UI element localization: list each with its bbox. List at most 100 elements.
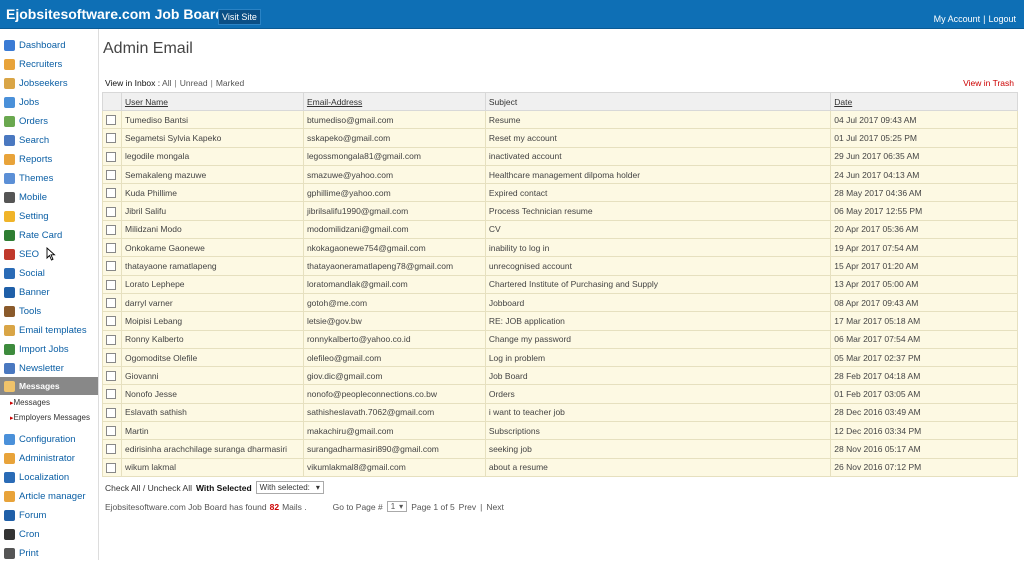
table-row[interactable]: Kuda Phillime gphillime@yahoo.com Expired … [102,183,1018,203]
sidebar-item-rate-card[interactable]: Rate Card [0,226,98,244]
column-header-user-name[interactable]: User Name [120,92,304,111]
filter-marked-link[interactable]: Marked [216,78,244,88]
prev-page-link[interactable]: Prev [459,502,476,512]
sidebar-item-forum[interactable]: Forum [0,506,98,524]
cell-subject[interactable]: Chartered Institute of Purchasing and Su… [484,274,832,294]
check-all-link[interactable]: Check All [105,483,140,493]
column-header-date[interactable]: Date [830,92,1018,111]
cell-subject[interactable]: i want to teacher job [484,402,832,423]
cell-subject[interactable]: Process Technician resume [484,201,832,221]
row-checkbox[interactable] [106,426,116,437]
row-checkbox[interactable] [106,188,116,199]
cell-subject[interactable]: Healthcare management dilpoma holder [484,164,832,185]
row-checkbox[interactable] [106,334,116,345]
table-row[interactable]: wikum lakmal vikumlakmal8@gmail.com about … [102,457,1018,477]
cell-subject[interactable]: Change my password [484,329,832,349]
row-checkbox[interactable] [106,389,116,400]
row-checkbox[interactable] [106,444,116,455]
row-checkbox[interactable] [106,169,116,180]
table-row[interactable]: darryl varner gotoh@me.com Jobboard 08 Apr … [102,292,1018,313]
table-row[interactable]: Jibril Salifu jibrilsalifu1990@gmail.com P… [102,201,1018,221]
column-header-email[interactable]: Email-Address [302,92,486,111]
sidebar-item-jobseekers[interactable]: Jobseekers [0,74,98,92]
sidebar-item-messages[interactable]: Messages [0,377,98,395]
cell-subject[interactable]: inactivated account [484,146,832,166]
sidebar-item-tools[interactable]: Tools [0,302,98,320]
table-row[interactable]: Lorato Lephepe loratomandlak@gmail.com Cha… [102,274,1018,294]
row-checkbox[interactable] [106,279,116,290]
cell-subject[interactable]: RE: JOB application [484,311,832,331]
cell-subject[interactable]: Resume [484,109,832,130]
cell-subject[interactable]: seeking job [484,439,832,459]
view-in-trash-link[interactable]: View in Trash [963,78,1014,88]
sidebar-item-localization[interactable]: Localization [0,468,98,486]
row-checkbox[interactable] [106,407,116,418]
sidebar-item-newsletter[interactable]: Newsletter [0,359,98,377]
row-checkbox[interactable] [106,224,116,235]
row-checkbox[interactable] [106,297,116,308]
brand-title[interactable]: Ejobsitesoftware.com Job Board [6,6,224,22]
table-row[interactable]: Onkokame Gaonewe nkokagaonewe754@gmail.co… [102,238,1018,258]
row-checkbox[interactable] [106,371,116,382]
cell-subject[interactable]: Orders [484,384,832,404]
sidebar-item-configuration[interactable]: Configuration [0,430,98,448]
row-checkbox[interactable] [106,133,116,144]
sidebar-item-print[interactable]: Print [0,544,98,562]
row-checkbox[interactable] [106,151,116,162]
row-checkbox[interactable] [106,115,116,126]
sidebar-item-jobs[interactable]: Jobs [0,93,98,111]
table-row[interactable]: Moipisi Lebang letsie@gov.bw RE: JOB appli… [102,311,1018,331]
sidebar-subitem-employers-messages[interactable]: ▸Employers Messages [10,413,90,422]
cell-subject[interactable]: Expired contact [484,183,832,203]
row-checkbox[interactable] [106,243,116,254]
uncheck-all-link[interactable]: Uncheck All [148,483,192,493]
cell-subject[interactable]: Subscriptions [484,421,832,441]
cell-subject[interactable]: Jobboard [484,292,832,313]
sidebar-subitem-messages[interactable]: ▸Messages [10,398,50,407]
table-row[interactable]: Giovanni giov.dic@gmail.com Job Board 28 Fe… [102,366,1018,386]
cell-subject[interactable]: CV [484,219,832,240]
filter-all-link[interactable]: All [162,78,171,88]
row-checkbox[interactable] [106,316,116,327]
page-select[interactable]: 1 ▾ [386,501,408,512]
cell-subject[interactable]: Reset my account [484,128,832,148]
cell-subject[interactable]: Job Board [484,366,832,386]
sidebar-item-cron[interactable]: Cron [0,525,98,543]
row-checkbox[interactable] [106,261,116,272]
table-row[interactable]: Ronny Kalberto ronnykalberto@yahoo.co.id C… [102,329,1018,349]
my-account-link[interactable]: My Account [934,14,981,24]
sidebar-item-import-jobs[interactable]: Import Jobs [0,340,98,358]
sidebar-item-article-manager[interactable]: Article manager [0,487,98,505]
row-checkbox[interactable] [106,352,116,363]
row-checkbox[interactable] [106,462,116,473]
table-row[interactable]: Tumediso Bantsi btumediso@gmail.com Resume… [102,109,1018,130]
logout-link[interactable]: Logout [988,14,1016,24]
sidebar-item-reports[interactable]: Reports [0,150,98,168]
sidebar-item-recruiters[interactable]: Recruiters [0,55,98,73]
cell-subject[interactable]: inability to log in [484,238,832,258]
with-selected-dropdown[interactable]: With selected: ▾ [255,481,324,494]
sidebar-item-email-templates[interactable]: Email templates [0,321,98,339]
filter-unread-link[interactable]: Unread [180,78,208,88]
sidebar-item-setting[interactable]: Setting [0,207,98,225]
sidebar-item-social[interactable]: Social [0,264,98,282]
table-row[interactable]: Semakaleng mazuwe smazuwe@yahoo.com Health… [102,164,1018,185]
table-row[interactable]: Eslavath sathish sathisheslavath.7062@gma… [102,402,1018,423]
table-row[interactable]: thatayaone ramatlapeng thatayaoneramatlap… [102,256,1018,276]
cell-subject[interactable]: unrecognised account [484,256,832,276]
sidebar-item-search[interactable]: Search [0,131,98,149]
sidebar-item-orders[interactable]: Orders [0,112,98,130]
sidebar-item-mobile[interactable]: Mobile [0,188,98,206]
table-row[interactable]: Segametsi Sylvia Kapeko sskapeko@gmail.co… [102,128,1018,148]
cell-subject[interactable]: about a resume [484,457,832,477]
table-row[interactable]: Martin makachiru@gmail.com Subscriptions 12… [102,421,1018,441]
table-row[interactable]: Milidzani Modo modomilidzani@gmail.com CV 2… [102,219,1018,240]
table-row[interactable]: legodile mongala legossmongala81@gmail.co… [102,146,1018,166]
table-row[interactable]: Nonofo Jesse nonofo@peopleconnections.co.… [102,384,1018,404]
sidebar-item-dashboard[interactable]: Dashboard [0,36,98,54]
table-row[interactable]: Ogomoditse Olefile olefileo@gmail.com Log … [102,347,1018,368]
sidebar-item-themes[interactable]: Themes [0,169,98,187]
visit-site-button[interactable]: Visit Site [218,9,261,25]
next-page-link[interactable]: Next [486,502,503,512]
row-checkbox[interactable] [106,206,116,217]
